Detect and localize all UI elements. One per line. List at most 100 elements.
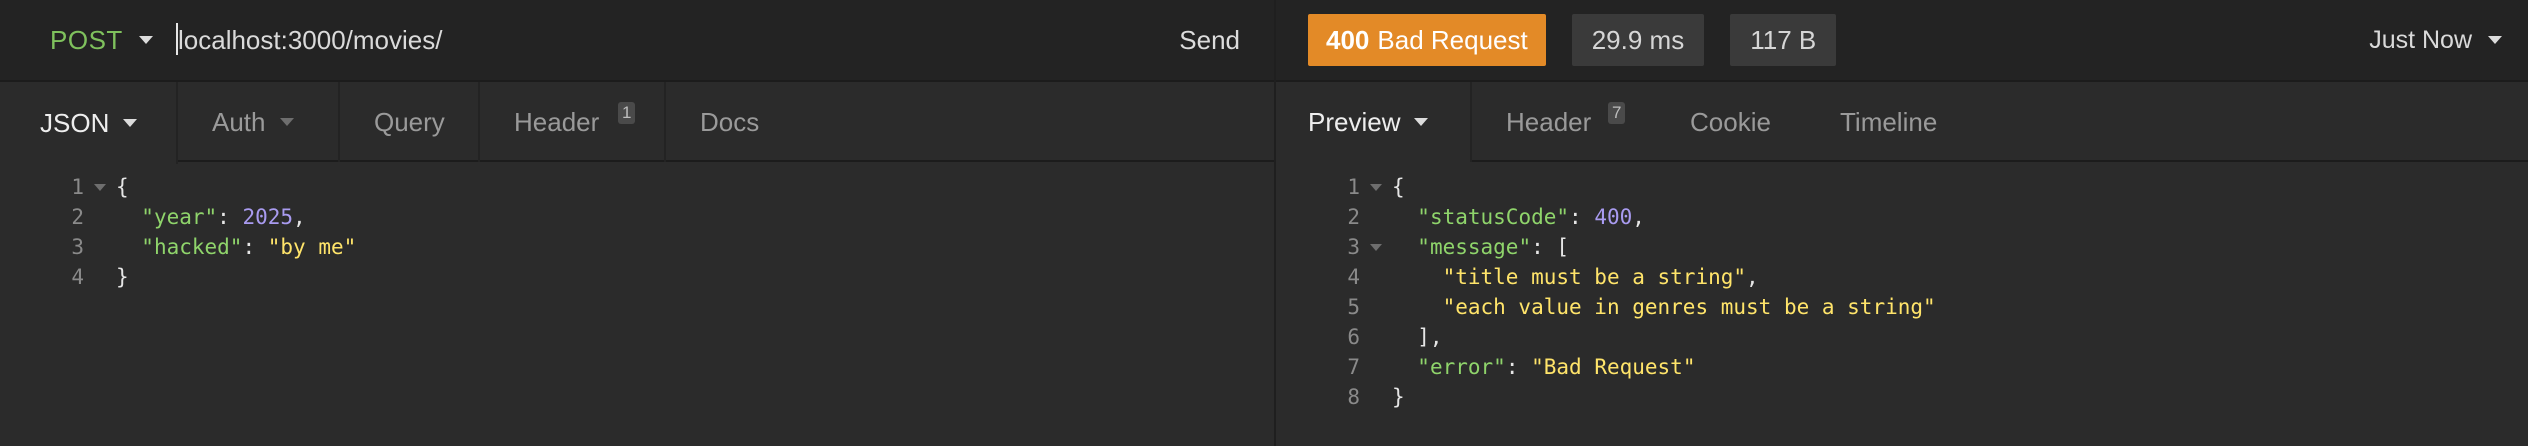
tab-json-label: JSON <box>40 107 110 138</box>
code-line: 1{ <box>0 172 1274 202</box>
history-dropdown[interactable]: Just Now <box>2369 26 2502 55</box>
code-text: "hacked": "by me" <box>108 232 356 262</box>
line-number: 1 <box>71 175 84 199</box>
request-pane: POST localhost:3000/movies/ Send JSON Au… <box>0 0 1276 446</box>
code-token: : <box>1569 205 1595 229</box>
response-time-badge: 29.9 ms <box>1571 14 1705 66</box>
code-token: : <box>1505 355 1532 379</box>
code-text: "statusCode": 400, <box>1384 202 1645 232</box>
line-number: 3 <box>1347 235 1360 259</box>
chevron-down-icon <box>2488 36 2502 44</box>
code-token: : <box>242 235 268 259</box>
code-token: } <box>1392 385 1405 409</box>
url-text: localhost:3000/movies/ <box>178 24 443 55</box>
response-size-badge: 117 B <box>1730 14 1837 66</box>
tab-header[interactable]: Header 1 <box>480 82 666 162</box>
response-body-viewer: 1{2 "statusCode": 400, 3 "message": [4 "t… <box>1276 162 2528 412</box>
gutter-spacer <box>88 232 108 262</box>
header-count-badge: 1 <box>618 102 636 124</box>
insomnia-app: POST localhost:3000/movies/ Send JSON Au… <box>0 0 2528 446</box>
tab-docs[interactable]: Docs <box>666 82 793 162</box>
tab-timeline-label: Timeline <box>1840 106 1938 137</box>
code-line: 7 "error": "Bad Request" <box>1276 352 2528 382</box>
status-badge: 400 Bad Request <box>1308 14 1546 66</box>
code-token: 400 <box>1594 205 1633 229</box>
chevron-down-icon <box>138 36 153 44</box>
status-text: Bad Request <box>1377 24 1528 55</box>
method-label: POST <box>50 24 123 55</box>
code-token: "error" <box>1417 355 1506 379</box>
line-number: 2 <box>71 205 84 229</box>
code-token: { <box>116 175 129 199</box>
code-line: 2 "year": 2025, <box>0 202 1274 232</box>
tab-query[interactable]: Query <box>340 82 480 162</box>
code-text: { <box>1384 172 1405 202</box>
code-text: "message": [ <box>1384 232 1569 262</box>
code-token: "statusCode" <box>1417 205 1570 229</box>
tab-cookie[interactable]: Cookie <box>1656 82 1806 162</box>
tab-cookie-label: Cookie <box>1690 106 1771 137</box>
fold-arrow-icon[interactable] <box>1364 232 1384 262</box>
line-number: 7 <box>1347 355 1360 379</box>
code-token: "each value in genres must be a string" <box>1442 295 1936 319</box>
request-body-editor[interactable]: 1{2 "year": 2025, 3 "hacked": "by me" 4} <box>0 162 1274 292</box>
code-text: } <box>108 262 129 292</box>
gutter-spacer <box>1364 352 1384 382</box>
line-number: 4 <box>1347 265 1360 289</box>
tab-auth[interactable]: Auth <box>178 82 340 162</box>
code-token: "Bad Request" <box>1531 355 1696 379</box>
code-token: , <box>293 205 306 229</box>
tab-timeline[interactable]: Timeline <box>1806 82 1971 162</box>
code-line: 8} <box>1276 382 2528 412</box>
code-token: "title must be a string" <box>1442 265 1747 289</box>
code-token: : <box>217 205 243 229</box>
status-code: 400 <box>1326 24 1370 55</box>
tab-preview[interactable]: Preview <box>1276 82 1472 164</box>
code-token: "by me" <box>267 235 357 259</box>
code-line: 3 "message": [ <box>1276 232 2528 262</box>
gutter-spacer <box>1364 262 1384 292</box>
fold-arrow-icon[interactable] <box>88 172 108 202</box>
tab-auth-label: Auth <box>212 106 266 137</box>
code-token: 2025 <box>242 205 294 229</box>
fold-arrow-icon[interactable] <box>1364 172 1384 202</box>
chevron-down-icon <box>123 119 138 127</box>
line-number: 6 <box>1347 325 1360 349</box>
code-text: } <box>1384 382 1405 412</box>
chevron-down-icon <box>279 118 294 126</box>
code-line: 1{ <box>1276 172 2528 202</box>
code-token: ], <box>1392 325 1443 349</box>
line-number: 4 <box>71 265 84 289</box>
text-cursor <box>176 22 178 55</box>
tab-docs-label: Docs <box>700 106 760 137</box>
code-text: "error": "Bad Request" <box>1384 352 1695 382</box>
code-token: : [ <box>1531 235 1570 259</box>
code-text: "year": 2025, <box>108 202 306 232</box>
code-line: 4} <box>0 262 1274 292</box>
code-token: } <box>116 265 129 289</box>
code-text: ], <box>1384 322 1443 352</box>
response-tabs: Preview Header 7 Cookie Timeline <box>1276 82 2528 164</box>
code-text: "title must be a string", <box>1384 262 1759 292</box>
response-pane: 400 Bad Request 29.9 ms 117 B Just Now P… <box>1276 0 2528 446</box>
code-token: "message" <box>1417 235 1532 259</box>
code-text: "each value in genres must be a string" <box>1384 292 1936 322</box>
gutter-spacer <box>88 202 108 232</box>
code-text: { <box>108 172 129 202</box>
line-number: 5 <box>1347 295 1360 319</box>
response-header-count-badge: 7 <box>1608 102 1626 124</box>
response-status-bar: 400 Bad Request 29.9 ms 117 B Just Now <box>1276 0 2528 82</box>
tab-response-header[interactable]: Header 7 <box>1472 82 1656 162</box>
tab-response-header-label: Header <box>1506 106 1592 137</box>
url-input[interactable]: localhost:3000/movies/ <box>176 22 1120 56</box>
send-button[interactable]: Send <box>1120 25 1240 56</box>
url-bar: POST localhost:3000/movies/ Send <box>0 0 1274 82</box>
tab-json[interactable]: JSON <box>0 82 178 166</box>
method-dropdown[interactable]: POST <box>0 0 176 80</box>
